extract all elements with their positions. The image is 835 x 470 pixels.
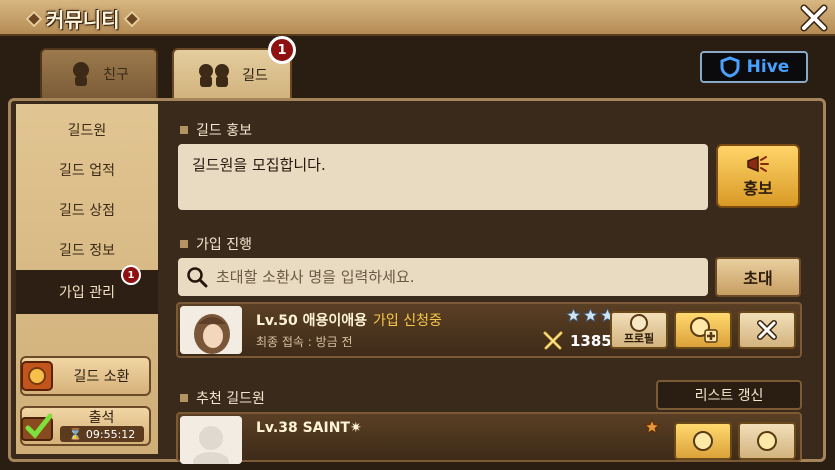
star-icon <box>644 419 660 435</box>
view-member-button[interactable] <box>738 422 796 460</box>
person-icon <box>73 62 90 86</box>
invite-search-input[interactable] <box>216 268 696 286</box>
sidebar-item-shop[interactable]: 길드 상점 <box>16 190 158 230</box>
join-section-label: 가입 진행 <box>196 237 252 253</box>
recommended-member-name: Lv.38 SAINT✷ <box>256 420 362 436</box>
invite-member-button[interactable] <box>674 422 732 460</box>
sidebar-item-label: 길드 상점 <box>59 203 115 219</box>
diamond-right-icon <box>123 10 141 27</box>
section-bullet-icon <box>180 240 188 248</box>
section-bullet-icon <box>180 126 188 134</box>
close-icon <box>800 4 828 32</box>
applicant-level-name: Lv.50 애용이애용 <box>256 313 367 329</box>
diamond-left-icon <box>25 10 43 27</box>
tab-friends[interactable]: 친구 <box>40 48 158 100</box>
guild-summon-label: 길드 소환 <box>73 369 130 385</box>
refresh-list-label: 리스트 갱신 <box>694 388 764 404</box>
applicant-last-login: 최종 접속 : 방금 전 <box>256 335 353 349</box>
title-bar: 커뮤니티 <box>0 0 835 36</box>
join-section-title: 가입 진행 <box>180 234 252 254</box>
attendance-button[interactable]: 출석 ⌛ 09:55:12 <box>20 406 151 446</box>
sidebar-item-info[interactable]: 길드 정보 <box>16 230 158 270</box>
hive-label: Hive <box>746 57 790 77</box>
person-icon <box>757 431 777 451</box>
guild-summon-button[interactable]: 길드 소환 <box>20 356 151 396</box>
sidebar-item-label: 가입 관리 <box>59 285 115 301</box>
attendance-timer: ⌛ 09:55:12 <box>60 426 144 442</box>
character-portrait-icon <box>180 306 242 354</box>
refresh-list-button[interactable]: 리스트 갱신 <box>656 380 802 410</box>
profile-label: 프로필 <box>623 332 655 345</box>
avatar <box>180 306 242 354</box>
profile-button[interactable]: 프로필 <box>610 311 668 349</box>
attendance-label: 출석 <box>88 410 115 426</box>
recommend-section-title: 추천 길드원 <box>180 388 265 408</box>
sidebar-item-label: 길드원 <box>67 123 107 139</box>
attendance-chest-icon <box>21 413 53 441</box>
group-icon <box>199 64 230 87</box>
search-icon <box>187 267 208 288</box>
applicant-power-value: 1385 <box>570 332 612 350</box>
accept-applicant-button[interactable] <box>674 311 732 349</box>
window-title-group: 커뮤니티 <box>25 4 141 33</box>
recommend-section-label: 추천 길드원 <box>196 391 265 407</box>
sidebar-join-badge: 1 <box>121 265 141 285</box>
invite-label: 초대 <box>743 269 773 288</box>
promo-message-field[interactable]: 길드원을 모집합니다. <box>178 144 708 210</box>
summon-scroll-icon <box>21 361 53 391</box>
avatar <box>180 416 242 464</box>
promo-message: 길드원을 모집합니다. <box>192 156 326 174</box>
applicant-stars <box>566 308 615 323</box>
person-icon <box>693 431 713 451</box>
promote-button[interactable]: 홍보 <box>716 144 800 208</box>
tab-guild-label: 길드 <box>242 68 268 84</box>
hive-button[interactable]: Hive <box>700 51 808 83</box>
hive-shield-icon <box>720 56 740 78</box>
crossed-swords-icon <box>543 331 563 350</box>
star-icon <box>583 308 598 323</box>
applicant-row: Lv.50 애용이애용 가입 신청중 최종 접속 : 방금 전 1385 프로필 <box>176 302 802 358</box>
attendance-time-value: 09:55:12 <box>85 427 136 441</box>
section-bullet-icon <box>180 394 188 402</box>
sidebar-item-label: 길드 정보 <box>59 243 115 259</box>
promo-section-label: 길드 홍보 <box>196 123 252 139</box>
default-portrait-icon <box>180 416 242 464</box>
close-icon <box>757 320 777 340</box>
applicant-power: 1385 <box>542 331 612 351</box>
window-title: 커뮤니티 <box>46 8 120 32</box>
promo-section-title: 길드 홍보 <box>180 120 252 140</box>
applicant-status: 가입 신청중 <box>372 313 442 329</box>
add-user-icon <box>690 317 718 343</box>
close-button[interactable] <box>798 2 830 34</box>
megaphone-icon <box>747 155 769 173</box>
sidebar-item-members[interactable]: 길드원 <box>16 110 158 150</box>
sidebar-item-label: 길드 업적 <box>59 163 115 179</box>
invite-search-box <box>178 258 708 296</box>
tab-friends-label: 친구 <box>103 67 129 83</box>
applicant-name: Lv.50 애용이애용 가입 신청중 <box>256 310 442 330</box>
sidebar-item-achievements[interactable]: 길드 업적 <box>16 150 158 190</box>
reject-applicant-button[interactable] <box>738 311 796 349</box>
promote-label: 홍보 <box>743 179 773 198</box>
invite-button[interactable]: 초대 <box>715 257 801 297</box>
content-panel: 길드 홍보 길드원을 모집합니다. 홍보 가입 진행 초대할 소환사 명을 입력… <box>162 104 812 464</box>
tab-guild-badge: 1 <box>268 36 296 64</box>
recommended-member-row: Lv.38 SAINT✷ <box>176 412 802 464</box>
star-icon <box>566 308 581 323</box>
